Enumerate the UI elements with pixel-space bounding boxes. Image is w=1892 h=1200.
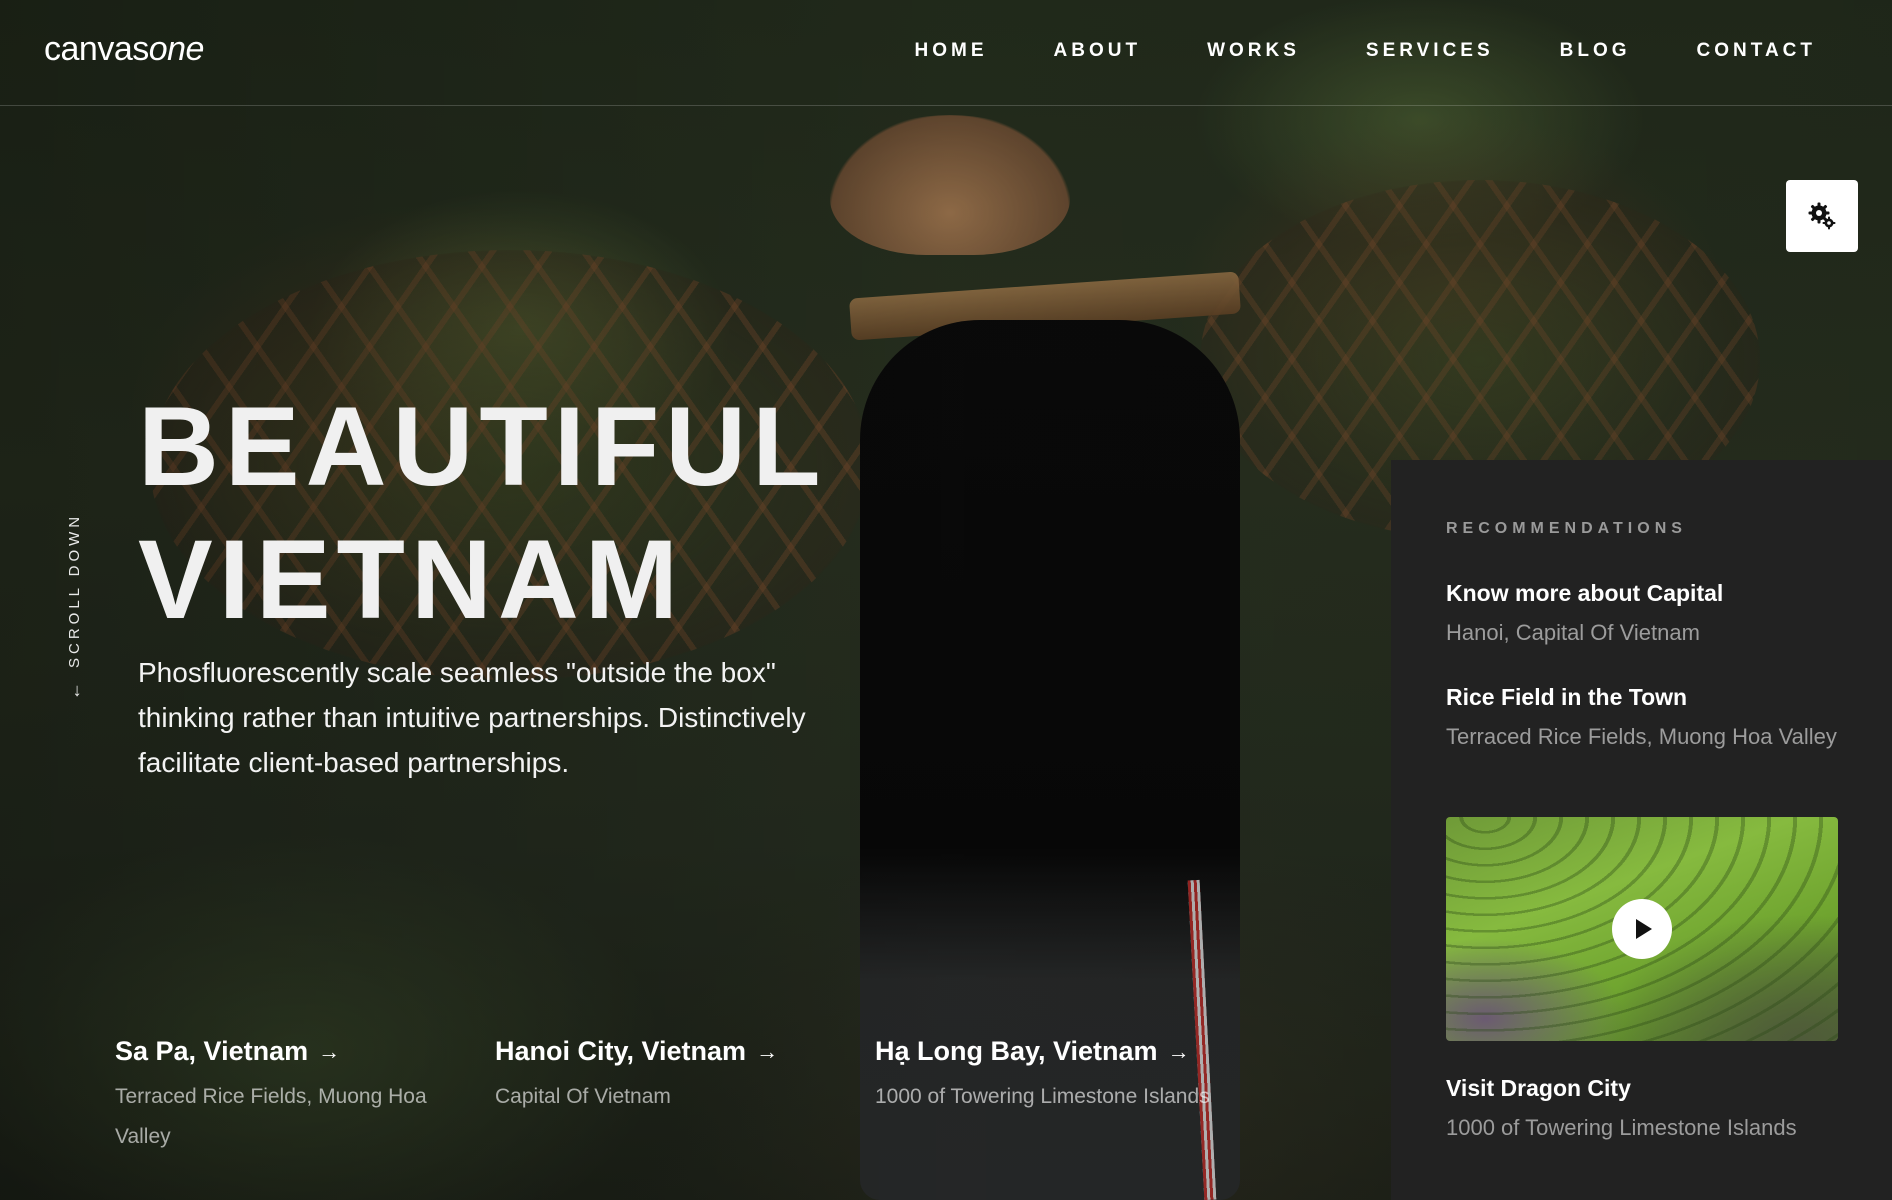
logo-text-canvas: canvas: [44, 30, 149, 68]
destination-card[interactable]: Hanoi City, Vietnam → Capital Of Vietnam: [495, 1036, 835, 1117]
recommendation-subtitle: Terraced Rice Fields, Muong Hoa Valley: [1446, 724, 1837, 749]
nav-blog[interactable]: BLOG: [1560, 40, 1631, 62]
headline-line-2: VIETNAM: [138, 517, 684, 642]
scroll-down-label: SCROLL DOWN: [65, 512, 83, 668]
video-recommendation[interactable]: Visit Dragon City 1000 of Towering Limes…: [1446, 1075, 1846, 1142]
destination-title[interactable]: Hạ Long Bay, Vietnam →: [875, 1036, 1215, 1067]
nav-services[interactable]: SERVICES: [1366, 40, 1494, 62]
play-button[interactable]: [1612, 899, 1672, 959]
recommendations-panel: RECOMMENDATIONS Know more about Capital …: [1391, 460, 1892, 1200]
video-title[interactable]: Visit Dragon City: [1446, 1075, 1846, 1102]
destination-title[interactable]: Sa Pa, Vietnam →: [115, 1036, 455, 1067]
destination-title-text: Hạ Long Bay, Vietnam: [875, 1036, 1158, 1066]
recommendation-subtitle: Hanoi, Capital Of Vietnam: [1446, 620, 1700, 645]
arrow-right-icon: →: [1167, 1038, 1190, 1064]
nav-contact[interactable]: CONTACT: [1697, 40, 1816, 62]
video-thumbnail[interactable]: [1446, 817, 1838, 1041]
arrow-down-icon: ←: [63, 682, 84, 700]
destination-subtitle: 1000 of Towering Limestone Islands: [875, 1085, 1210, 1108]
nav-home[interactable]: HOME: [915, 40, 988, 62]
nav-works[interactable]: WORKS: [1207, 40, 1300, 62]
recommendation-title[interactable]: Know more about Capital: [1446, 580, 1846, 607]
logo-text-one: one: [148, 30, 205, 68]
recommendation-title[interactable]: Rice Field in the Town: [1446, 684, 1846, 711]
recommendation-item[interactable]: Rice Field in the Town Terraced Rice Fie…: [1446, 684, 1846, 751]
main-nav: HOME ABOUT WORKS SERVICES BLOG CONTACT: [849, 40, 1817, 62]
nav-about[interactable]: ABOUT: [1054, 40, 1142, 62]
destination-title-text: Hanoi City, Vietnam: [495, 1036, 747, 1066]
headline-line-1: BEAUTIFUL: [138, 384, 827, 509]
site-header: canvasone HOME ABOUT WORKS SERVICES BLOG…: [0, 0, 1892, 106]
destination-title[interactable]: Hanoi City, Vietnam →: [495, 1036, 835, 1067]
recommendations-heading: RECOMMENDATIONS: [1446, 520, 1687, 537]
scroll-down-link[interactable]: ← SCROLL DOWN: [61, 380, 87, 700]
video-subtitle: 1000 of Towering Limestone Islands: [1446, 1115, 1797, 1140]
arrow-right-icon: →: [318, 1038, 341, 1064]
hero-headline: BEAUTIFUL VIETNAM: [138, 380, 898, 646]
destination-card[interactable]: Sa Pa, Vietnam → Terraced Rice Fields, M…: [115, 1036, 455, 1157]
hero-description: Phosfluorescently scale seamless "outsid…: [138, 657, 806, 778]
site-logo[interactable]: canvasone: [44, 30, 204, 69]
play-icon: [1636, 919, 1652, 939]
recommendation-item[interactable]: Know more about Capital Hanoi, Capital O…: [1446, 580, 1846, 647]
destination-subtitle: Capital Of Vietnam: [495, 1085, 671, 1108]
destination-card[interactable]: Hạ Long Bay, Vietnam → 1000 of Towering …: [875, 1036, 1215, 1117]
arrow-right-icon: →: [756, 1038, 779, 1064]
settings-button[interactable]: [1786, 180, 1858, 252]
destination-subtitle: Terraced Rice Fields, Muong Hoa Valley: [115, 1085, 427, 1148]
destination-title-text: Sa Pa, Vietnam: [115, 1036, 309, 1066]
gear-icon: [1808, 202, 1836, 230]
